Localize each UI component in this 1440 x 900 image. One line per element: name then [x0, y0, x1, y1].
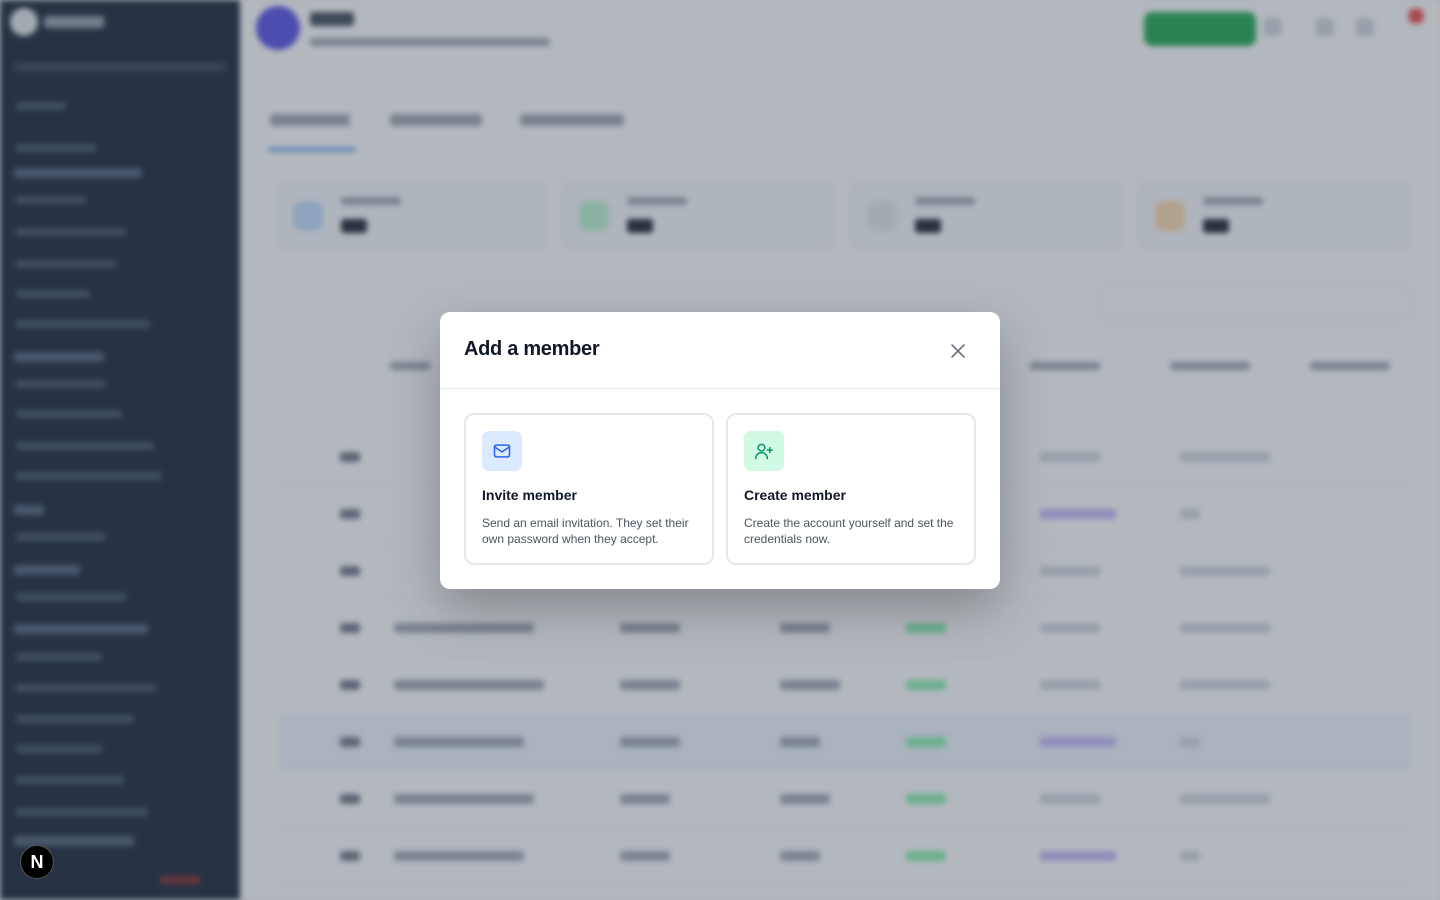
- create-member-description: Create the account yourself and set the …: [744, 516, 954, 546]
- dev-tools-badge[interactable]: N: [20, 845, 54, 879]
- invite-member-title: Invite member: [482, 487, 577, 503]
- create-member-option[interactable]: Create member Create the account yoursel…: [726, 413, 976, 565]
- modal-header: Add a member: [440, 312, 1000, 389]
- invite-icon-tile: [482, 431, 522, 471]
- create-icon-tile: [744, 431, 784, 471]
- add-member-modal: Add a member Invite member Send an email…: [440, 312, 1000, 589]
- close-button[interactable]: [944, 338, 972, 364]
- invite-member-option[interactable]: Invite member Send an email invitation. …: [464, 413, 714, 565]
- create-member-title: Create member: [744, 487, 846, 503]
- dev-tools-badge-label: N: [30, 851, 44, 872]
- modal-title: Add a member: [464, 338, 600, 360]
- mail-icon: [493, 444, 511, 458]
- user-plus-icon: [754, 443, 774, 460]
- invite-member-description: Send an email invitation. They set their…: [482, 516, 689, 546]
- close-icon: [951, 344, 965, 358]
